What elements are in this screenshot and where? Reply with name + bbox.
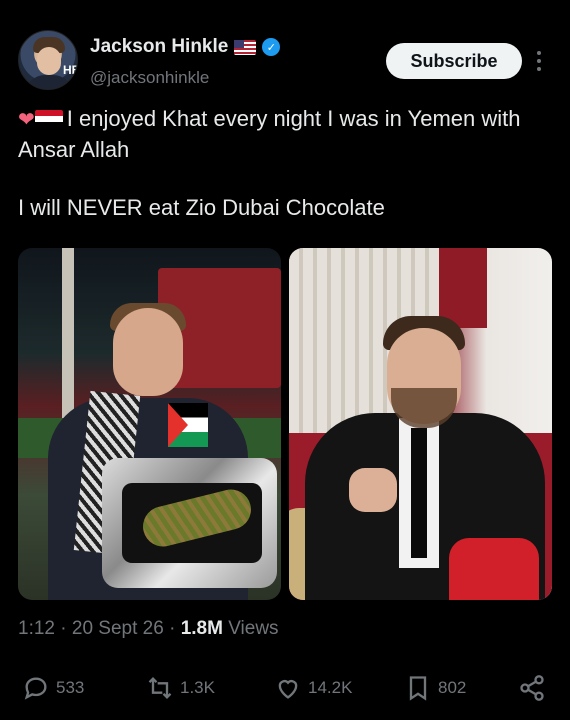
share-button[interactable] xyxy=(518,668,546,708)
heart-icon xyxy=(278,680,298,699)
photo-suit[interactable] xyxy=(289,248,552,600)
repost-button[interactable]: 1.3K xyxy=(146,668,215,708)
views-label: Views xyxy=(228,618,279,639)
tweet-line-1: I enjoyed Khat every night I was in Yeme… xyxy=(18,106,521,162)
bookmark-icon xyxy=(409,676,427,701)
reply-icon xyxy=(24,677,47,700)
media-grid xyxy=(18,248,552,600)
share-icon xyxy=(520,675,544,701)
like-button[interactable]: 14.2K xyxy=(274,668,352,708)
avatar[interactable]: HB xyxy=(18,30,78,90)
bookmark-button[interactable]: 802 xyxy=(404,668,466,708)
tweet-header: HB Jackson Hinkle ✓ @jacksonhinkle Subsc… xyxy=(18,28,552,98)
reply-button[interactable]: 533 xyxy=(22,668,84,708)
repost-icon xyxy=(148,677,172,699)
like-count: 14.2K xyxy=(308,678,353,697)
more-options-icon[interactable] xyxy=(532,48,546,74)
us-flag-icon xyxy=(234,39,257,55)
tweet-meta: 1:12 · 20 Sept 26 · 1.8M Views xyxy=(18,618,279,639)
author-name-row[interactable]: Jackson Hinkle ✓ xyxy=(90,36,281,58)
tweet-text: ❤ I enjoyed Khat every night I was in Yem… xyxy=(18,104,558,251)
heart-emoji-icon: ❤ xyxy=(18,109,35,131)
yemen-flag-icon xyxy=(34,110,63,128)
views-count: 1.8M xyxy=(180,618,223,639)
tweet-time[interactable]: 1:12 xyxy=(18,618,55,639)
reply-count: 533 xyxy=(56,678,85,697)
action-bar: 533 1.3K 14.2K 802 xyxy=(0,668,570,708)
subscribe-button[interactable]: Subscribe xyxy=(386,43,522,79)
bookmark-count: 802 xyxy=(438,678,467,697)
verified-badge-icon[interactable]: ✓ xyxy=(262,38,281,56)
tweet-line-2: I will NEVER eat Zio Dubai Chocolate xyxy=(18,195,385,220)
repost-count: 1.3K xyxy=(180,678,215,697)
author-name[interactable]: Jackson Hinkle xyxy=(90,36,228,58)
author-handle[interactable]: @jacksonhinkle xyxy=(90,68,209,88)
tweet-date[interactable]: 20 Sept 26 xyxy=(72,618,164,639)
photo-khat[interactable] xyxy=(18,248,281,600)
avatar-tag: HB xyxy=(63,63,77,77)
